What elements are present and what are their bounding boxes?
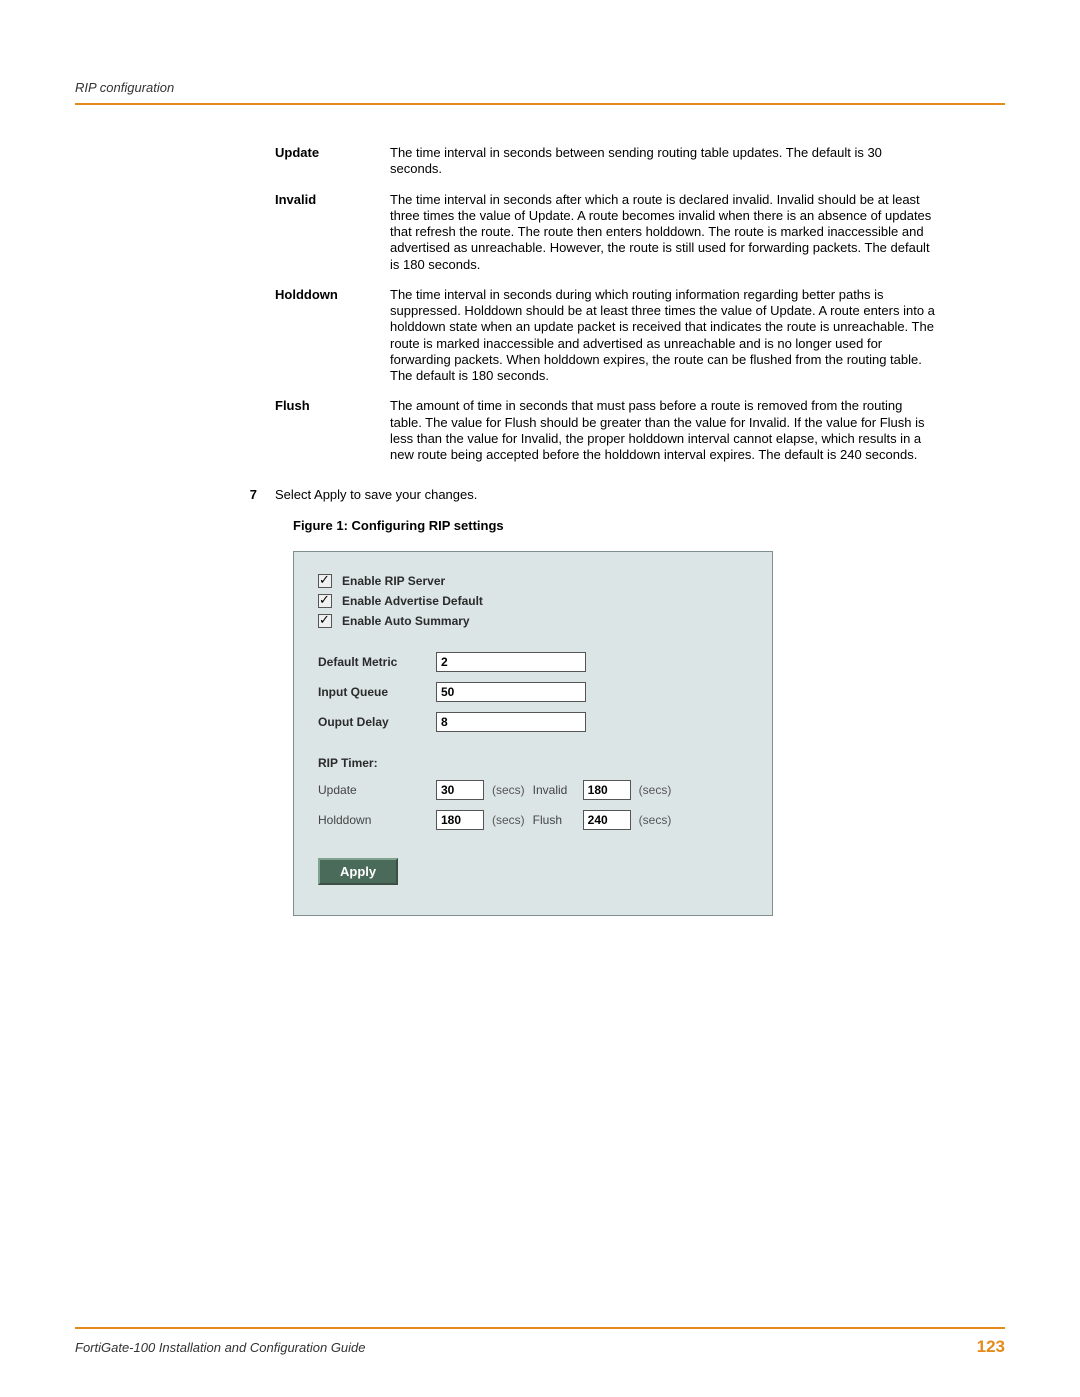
definition-desc: The time interval in seconds after which… — [390, 192, 935, 273]
default-metric-input[interactable] — [436, 652, 586, 672]
definition-term: Update — [275, 145, 390, 178]
definition-list: Update The time interval in seconds betw… — [275, 145, 935, 463]
rip-timer-title: RIP Timer: — [318, 756, 748, 770]
timer-row: Update (secs) Invalid (secs) — [318, 780, 748, 800]
section-header: RIP configuration — [75, 80, 1005, 95]
header-rule — [75, 103, 1005, 105]
update-input[interactable] — [436, 780, 484, 800]
checkbox-row: Enable RIP Server — [318, 574, 748, 588]
secs-unit: (secs) — [492, 783, 525, 797]
secs-unit: (secs) — [492, 813, 525, 827]
checkbox-label: Enable Auto Summary — [342, 614, 470, 628]
checkbox-row: Enable Advertise Default — [318, 594, 748, 608]
secs-unit: (secs) — [639, 813, 672, 827]
input-queue-input[interactable] — [436, 682, 586, 702]
apply-button[interactable]: Apply — [318, 858, 398, 885]
figure-caption: Figure 1: Configuring RIP settings — [293, 518, 1005, 533]
checkbox-enable-advertise-default[interactable] — [318, 594, 332, 608]
step-row: 7 Select Apply to save your changes. — [235, 487, 935, 502]
footer-rule — [75, 1327, 1005, 1329]
footer-guide-title: FortiGate-100 Installation and Configura… — [75, 1340, 366, 1355]
holddown-input[interactable] — [436, 810, 484, 830]
checkbox-label: Enable Advertise Default — [342, 594, 483, 608]
form-row: Ouput Delay — [318, 712, 748, 732]
definition-row: Holddown The time interval in seconds du… — [275, 287, 935, 385]
step-number: 7 — [235, 487, 275, 502]
definition-row: Update The time interval in seconds betw… — [275, 145, 935, 178]
invalid-input[interactable] — [583, 780, 631, 800]
input-queue-label: Input Queue — [318, 685, 436, 699]
checkbox-row: Enable Auto Summary — [318, 614, 748, 628]
step-text: Select Apply to save your changes. — [275, 487, 935, 502]
definition-row: Invalid The time interval in seconds aft… — [275, 192, 935, 273]
definition-desc: The time interval in seconds between sen… — [390, 145, 935, 178]
checkbox-label: Enable RIP Server — [342, 574, 445, 588]
definition-term: Invalid — [275, 192, 390, 273]
output-delay-input[interactable] — [436, 712, 586, 732]
timer-row: Holddown (secs) Flush (secs) — [318, 810, 748, 830]
output-delay-label: Ouput Delay — [318, 715, 436, 729]
definition-row: Flush The amount of time in seconds that… — [275, 398, 935, 463]
holddown-label: Holddown — [318, 813, 436, 827]
flush-label: Flush — [533, 813, 583, 827]
invalid-label: Invalid — [533, 783, 583, 797]
form-row: Default Metric — [318, 652, 748, 672]
footer-page-number: 123 — [977, 1337, 1005, 1357]
checkbox-enable-auto-summary[interactable] — [318, 614, 332, 628]
definition-term: Holddown — [275, 287, 390, 385]
secs-unit: (secs) — [639, 783, 672, 797]
flush-input[interactable] — [583, 810, 631, 830]
definition-desc: The time interval in seconds during whic… — [390, 287, 935, 385]
checkbox-enable-rip-server[interactable] — [318, 574, 332, 588]
definition-desc: The amount of time in seconds that must … — [390, 398, 935, 463]
default-metric-label: Default Metric — [318, 655, 436, 669]
definition-term: Flush — [275, 398, 390, 463]
page-footer: FortiGate-100 Installation and Configura… — [75, 1327, 1005, 1357]
rip-settings-figure: Enable RIP Server Enable Advertise Defau… — [293, 551, 773, 916]
update-label: Update — [318, 783, 436, 797]
form-row: Input Queue — [318, 682, 748, 702]
